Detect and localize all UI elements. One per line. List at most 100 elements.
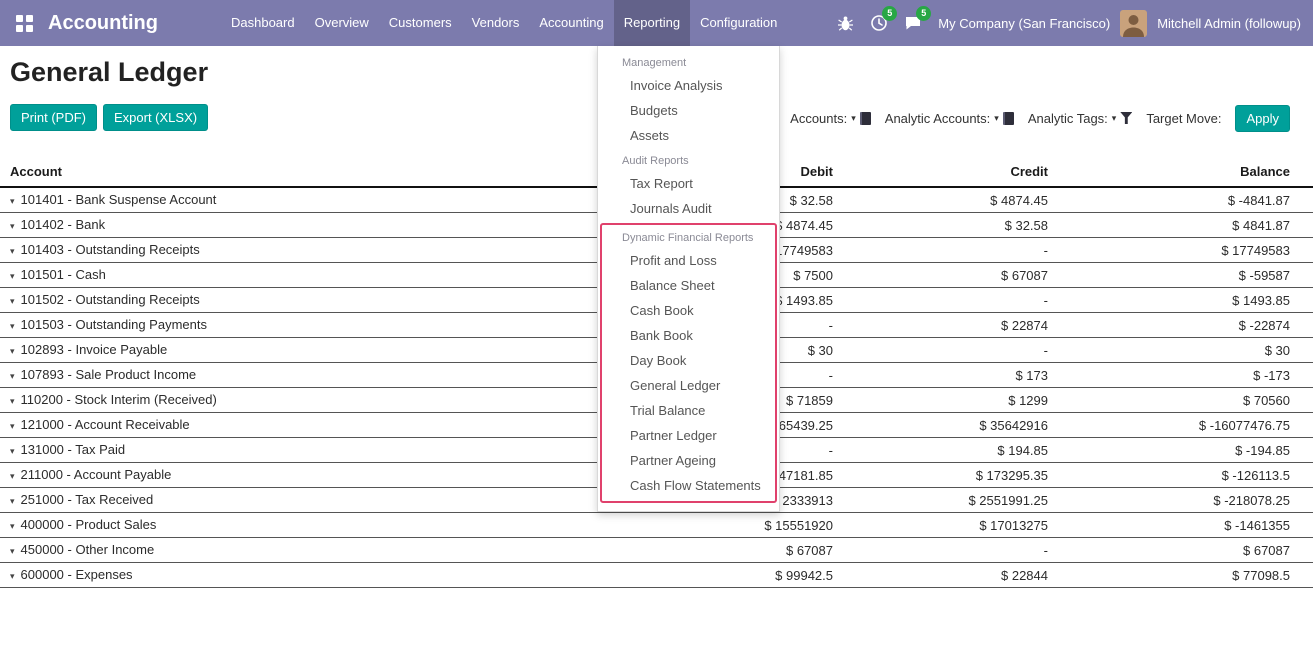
balance-cell: $ -16077476.75 bbox=[1048, 413, 1313, 438]
menu-item-partner-ageing[interactable]: Partner Ageing bbox=[602, 448, 775, 473]
row-expand-icon[interactable]: ▾ bbox=[10, 321, 15, 331]
menu-item-invoice-analysis[interactable]: Invoice Analysis bbox=[598, 73, 779, 98]
nav-item-vendors[interactable]: Vendors bbox=[462, 0, 530, 46]
filter-analytic-accounts[interactable]: Analytic Accounts:▾ bbox=[885, 111, 1014, 126]
row-expand-icon[interactable]: ▾ bbox=[10, 496, 15, 506]
menu-item-tax-report[interactable]: Tax Report bbox=[598, 171, 779, 196]
account-cell[interactable]: ▾121000 - Account Receivable bbox=[0, 413, 633, 438]
debit-cell: $ 67087 bbox=[633, 538, 833, 563]
activities-button[interactable]: 5 bbox=[864, 0, 894, 46]
row-expand-icon[interactable]: ▾ bbox=[10, 296, 15, 306]
menu-item-journals-audit[interactable]: Journals Audit bbox=[598, 196, 779, 221]
nav-item-accounting[interactable]: Accounting bbox=[529, 0, 613, 46]
credit-cell: $ 4874.45 bbox=[833, 187, 1048, 213]
account-cell[interactable]: ▾110200 - Stock Interim (Received) bbox=[0, 388, 633, 413]
row-expand-icon[interactable]: ▾ bbox=[10, 571, 15, 581]
app-brand[interactable]: Accounting bbox=[48, 12, 158, 35]
balance-cell: $ -194.85 bbox=[1048, 438, 1313, 463]
account-name: 101501 - Cash bbox=[21, 267, 106, 282]
credit-cell: - bbox=[833, 238, 1048, 263]
activities-badge: 5 bbox=[882, 6, 897, 21]
account-cell[interactable]: ▾107893 - Sale Product Income bbox=[0, 363, 633, 388]
account-cell[interactable]: ▾ 400000 - Product Sales bbox=[0, 513, 633, 538]
account-name: 101503 - Outstanding Payments bbox=[21, 317, 207, 332]
account-cell[interactable]: ▾ 101501 - Cash bbox=[0, 263, 633, 288]
account-cell[interactable]: ▾101402 - Bank bbox=[0, 213, 633, 238]
menu-item-general-ledger[interactable]: General Ledger bbox=[602, 373, 775, 398]
print-pdf-button[interactable]: Print (PDF) bbox=[10, 104, 97, 131]
filter-accounts[interactable]: Accounts:▾ bbox=[790, 111, 871, 126]
balance-cell: $ 17749583 bbox=[1048, 238, 1313, 263]
account-cell[interactable]: ▾ 251000 - Tax Received bbox=[0, 488, 633, 513]
menu-item-balance-sheet[interactable]: Balance Sheet bbox=[602, 273, 775, 298]
row-expand-icon[interactable]: ▾ bbox=[10, 546, 15, 556]
account-name: 450000 - Other Income bbox=[21, 542, 155, 557]
account-cell[interactable]: ▾600000 - Expenses bbox=[0, 563, 633, 588]
menu-item-trial-balance[interactable]: Trial Balance bbox=[602, 398, 775, 423]
account-name: 400000 - Product Sales bbox=[21, 517, 157, 532]
account-cell[interactable]: ▾101401 - Bank Suspense Account bbox=[0, 187, 633, 213]
filter-label: Analytic Accounts: bbox=[885, 111, 991, 126]
credit-cell: - bbox=[833, 288, 1048, 313]
balance-cell: $ -1461355 bbox=[1048, 513, 1313, 538]
balance-cell: $ -59587 bbox=[1048, 263, 1313, 288]
balance-cell: $ 30 bbox=[1048, 338, 1313, 363]
account-cell[interactable]: ▾ 102893 - Invoice Payable bbox=[0, 338, 633, 363]
account-name: 211000 - Account Payable bbox=[21, 467, 172, 482]
menu-item-cash-flow-statements[interactable]: Cash Flow Statements bbox=[602, 473, 775, 498]
row-expand-icon[interactable]: ▾ bbox=[10, 396, 15, 406]
credit-cell: $ 35642916 bbox=[833, 413, 1048, 438]
balance-cell: $ 4841.87 bbox=[1048, 213, 1313, 238]
credit-cell: - bbox=[833, 538, 1048, 563]
credit-cell: - bbox=[833, 338, 1048, 363]
export-xlsx-button[interactable]: Export (XLSX) bbox=[103, 104, 208, 131]
user-menu[interactable]: Mitchell Admin (followup) bbox=[1151, 16, 1307, 31]
menu-item-cash-book[interactable]: Cash Book bbox=[602, 298, 775, 323]
row-expand-icon[interactable]: ▾ bbox=[10, 446, 15, 456]
row-expand-icon[interactable]: ▾ bbox=[10, 371, 15, 381]
filter-target-move[interactable]: Target Move: bbox=[1146, 111, 1221, 126]
menu-item-assets[interactable]: Assets bbox=[598, 123, 779, 148]
nav-item-configuration[interactable]: Configuration bbox=[690, 0, 787, 46]
row-expand-icon[interactable]: ▾ bbox=[10, 221, 15, 231]
nav-item-dashboard[interactable]: Dashboard bbox=[221, 0, 305, 46]
table-row: ▾400000 - Product Sales$ 15551920$ 17013… bbox=[0, 513, 1313, 538]
bug-icon bbox=[837, 15, 854, 32]
account-cell[interactable]: ▾101403 - Outstanding Receipts bbox=[0, 238, 633, 263]
menu-section-management: ManagementInvoice AnalysisBudgetsAssets bbox=[598, 50, 779, 148]
row-expand-icon[interactable]: ▾ bbox=[10, 246, 15, 256]
nav-item-overview[interactable]: Overview bbox=[305, 0, 379, 46]
balance-cell: $ -173 bbox=[1048, 363, 1313, 388]
debug-bug-button[interactable] bbox=[830, 0, 860, 46]
menu-item-profit-and-loss[interactable]: Profit and Loss bbox=[602, 248, 775, 273]
account-cell[interactable]: ▾131000 - Tax Paid bbox=[0, 438, 633, 463]
nav-item-customers[interactable]: Customers bbox=[379, 0, 462, 46]
row-expand-icon[interactable]: ▾ bbox=[10, 421, 15, 431]
nav-item-reporting[interactable]: Reporting bbox=[614, 0, 690, 46]
row-expand-icon[interactable]: ▾ bbox=[10, 271, 15, 281]
account-cell[interactable]: ▾ 101503 - Outstanding Payments bbox=[0, 313, 633, 338]
messages-button[interactable]: 5 bbox=[898, 0, 928, 46]
menu-item-day-book[interactable]: Day Book bbox=[602, 348, 775, 373]
apps-menu-button[interactable] bbox=[10, 0, 38, 46]
account-name: 102893 - Invoice Payable bbox=[21, 342, 168, 357]
row-expand-icon[interactable]: ▾ bbox=[10, 471, 15, 481]
account-cell[interactable]: ▾101502 - Outstanding Receipts bbox=[0, 288, 633, 313]
menu-item-partner-ledger[interactable]: Partner Ledger bbox=[602, 423, 775, 448]
account-name: 251000 - Tax Received bbox=[21, 492, 154, 507]
menu-item-budgets[interactable]: Budgets bbox=[598, 98, 779, 123]
company-switcher[interactable]: My Company (San Francisco) bbox=[932, 16, 1116, 31]
row-expand-icon[interactable]: ▾ bbox=[10, 196, 15, 206]
menu-item-bank-book[interactable]: Bank Book bbox=[602, 323, 775, 348]
account-cell[interactable]: ▾ 450000 - Other Income bbox=[0, 538, 633, 563]
row-expand-icon[interactable]: ▾ bbox=[10, 346, 15, 356]
balance-cell: $ 77098.5 bbox=[1048, 563, 1313, 588]
filter-analytic-tags[interactable]: Analytic Tags:▾ bbox=[1028, 111, 1133, 126]
row-expand-icon[interactable]: ▾ bbox=[10, 521, 15, 531]
user-avatar[interactable] bbox=[1120, 10, 1147, 37]
debit-cell: $ 99942.5 bbox=[633, 563, 833, 588]
balance-cell: $ 67087 bbox=[1048, 538, 1313, 563]
account-cell[interactable]: ▾ 211000 - Account Payable bbox=[0, 463, 633, 488]
credit-cell: $ 173 bbox=[833, 363, 1048, 388]
apply-button[interactable]: Apply bbox=[1235, 105, 1290, 132]
